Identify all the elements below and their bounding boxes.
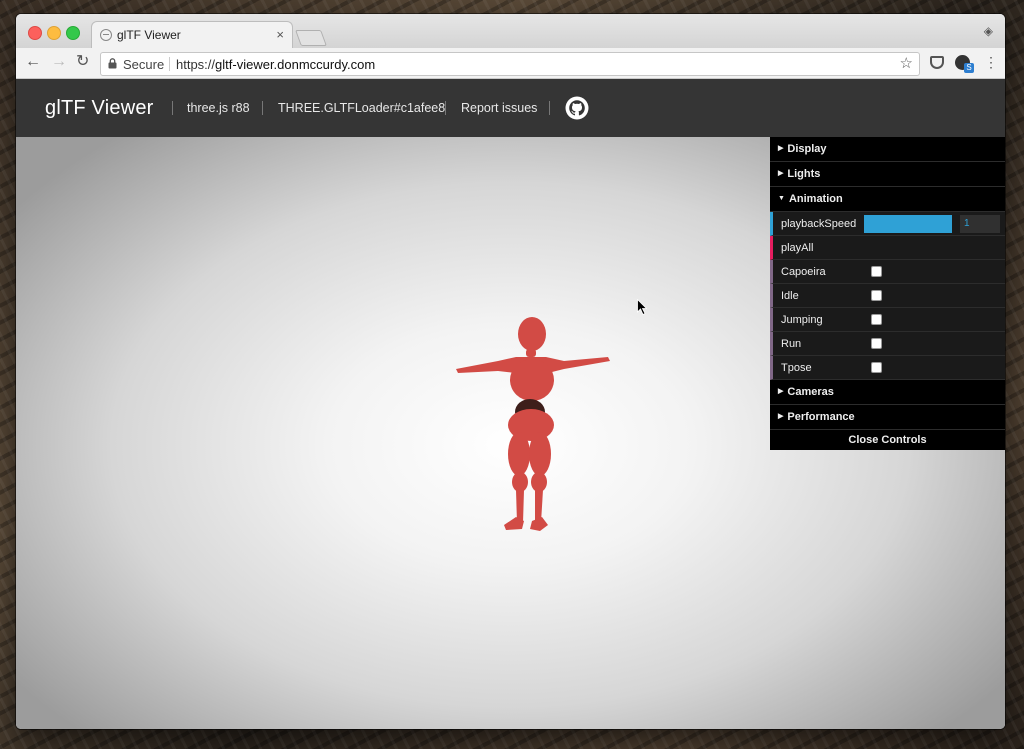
clip-row-tpose: Tpose xyxy=(770,356,1005,380)
header-divider xyxy=(549,101,550,115)
forward-button[interactable]: → xyxy=(51,54,67,70)
folder-collapsed-icon: ▶ xyxy=(778,145,784,153)
report-issues-link[interactable]: Report issues xyxy=(461,101,537,115)
address-divider xyxy=(169,57,170,71)
app-title[interactable]: glTF Viewer xyxy=(45,97,154,120)
url-host: gltf-viewer.donmccurdy.com xyxy=(215,57,376,72)
tab-strip: glTF Viewer × ◈ xyxy=(16,14,1005,49)
page-favicon-icon xyxy=(100,29,112,41)
folder-label: Performance xyxy=(787,411,855,423)
folder-animation[interactable]: ▼ Animation xyxy=(770,187,1005,212)
playback-speed-input[interactable]: 1 xyxy=(960,215,1000,233)
gltfloader-version-link[interactable]: THREE.GLTFLoader#c1afee8 xyxy=(278,101,445,115)
header-divider xyxy=(262,101,263,115)
folder-label: Display xyxy=(787,143,827,155)
close-window-button[interactable] xyxy=(28,26,42,40)
folder-performance[interactable]: ▶ Performance xyxy=(770,405,1005,430)
clip-row-idle: Idle xyxy=(770,284,1005,308)
clip-row-jumping: Jumping xyxy=(770,308,1005,332)
back-button[interactable]: ← xyxy=(25,54,41,70)
profile-icon[interactable]: ◈ xyxy=(984,24,993,38)
bookmark-star-icon[interactable]: ☆ xyxy=(900,54,913,72)
clip-label: Run xyxy=(781,338,802,350)
lock-icon xyxy=(108,58,117,69)
playback-speed-label: playbackSpeed xyxy=(781,218,857,230)
header-divider xyxy=(445,101,446,115)
folder-collapsed-icon: ▶ xyxy=(778,388,784,396)
secure-label: Secure xyxy=(123,57,165,72)
zoom-window-button[interactable] xyxy=(66,26,80,40)
pocket-extension-icon[interactable] xyxy=(930,56,944,69)
browser-menu-icon[interactable]: ⋮ xyxy=(984,54,998,70)
clip-label: Idle xyxy=(781,290,799,302)
url-text: https://gltf-viewer.donmccurdy.com xyxy=(176,57,375,72)
app-header: glTF Viewer three.js r88 THREE.GLTFLoade… xyxy=(16,79,1005,137)
folder-expanded-icon: ▼ xyxy=(778,195,785,203)
folder-lights[interactable]: ▶ Lights xyxy=(770,162,1005,187)
folder-label: Lights xyxy=(787,168,821,180)
clip-row-run: Run xyxy=(770,332,1005,356)
header-divider xyxy=(172,101,173,115)
navigation-bar: ← → ↻ Secure https://gltf-viewer.donmccu… xyxy=(16,48,1005,79)
play-all-label: playAll xyxy=(781,242,814,254)
character-model xyxy=(456,317,610,531)
clip-checkbox[interactable] xyxy=(871,266,882,277)
tab-close-button[interactable]: × xyxy=(276,27,284,42)
clip-checkbox[interactable] xyxy=(871,338,882,349)
clip-checkbox[interactable] xyxy=(871,290,882,301)
playback-speed-row: playbackSpeed 1 xyxy=(770,212,1005,236)
threejs-version-link[interactable]: three.js r88 xyxy=(187,101,250,115)
playback-speed-slider-fill xyxy=(864,215,952,233)
folder-label: Cameras xyxy=(787,386,834,398)
url-scheme: https:// xyxy=(176,57,216,72)
reload-button[interactable]: ↻ xyxy=(76,54,89,70)
folder-display[interactable]: ▶ Display xyxy=(770,137,1005,162)
folder-collapsed-icon: ▶ xyxy=(778,413,784,421)
clip-checkbox[interactable] xyxy=(871,362,882,373)
tab-title: glTF Viewer xyxy=(117,28,181,42)
controls-panel: ▶ Display ▶ Lights ▼ Animation playbackSpee… xyxy=(770,137,1005,450)
folder-label: Animation xyxy=(788,193,843,205)
close-controls-button[interactable]: Close Controls xyxy=(770,430,1005,450)
folder-cameras[interactable]: ▶ Cameras xyxy=(770,380,1005,405)
clip-row-capoeira: Capoeira xyxy=(770,260,1005,284)
browser-window: glTF Viewer × ◈ ← → ↻ Secure https://glt… xyxy=(16,14,1005,729)
browser-tab[interactable]: glTF Viewer × xyxy=(91,21,293,49)
play-all-button[interactable]: playAll xyxy=(770,236,1005,260)
clip-label: Capoeira xyxy=(781,266,826,278)
clip-label: Tpose xyxy=(781,362,812,374)
page-content: glTF Viewer three.js r88 THREE.GLTFLoade… xyxy=(16,79,1005,729)
new-tab-button[interactable] xyxy=(295,30,327,46)
github-icon[interactable] xyxy=(565,96,589,120)
folder-collapsed-icon: ▶ xyxy=(778,170,784,178)
playback-speed-slider[interactable] xyxy=(864,215,952,233)
mouse-cursor-icon xyxy=(637,299,647,315)
address-bar[interactable]: Secure https://gltf-viewer.donmccurdy.co… xyxy=(100,52,920,76)
extension-badge-icon[interactable] xyxy=(955,55,974,73)
clip-label: Jumping xyxy=(781,314,823,326)
clip-checkbox[interactable] xyxy=(871,314,882,325)
minimize-window-button[interactable] xyxy=(47,26,61,40)
